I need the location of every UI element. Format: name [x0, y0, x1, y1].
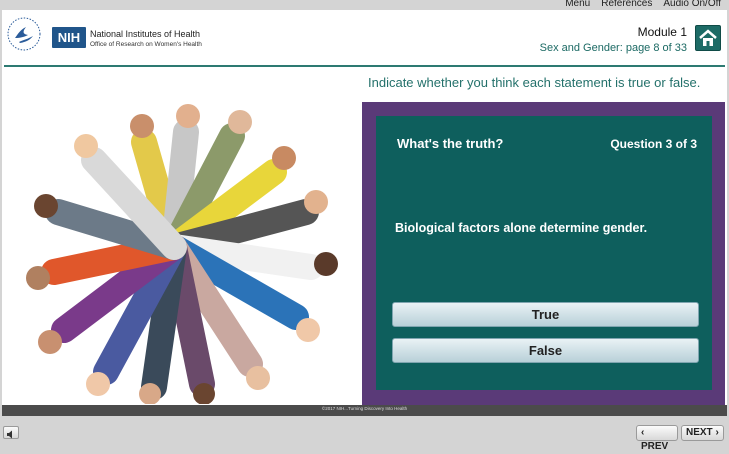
audio-toggle-link[interactable]: Audio On/Off [663, 0, 721, 9]
question-heading: What's the truth? [397, 136, 504, 151]
page-indicator: Sex and Gender: page 8 of 33 [539, 42, 687, 54]
orwh-name: Office of Research on Women's Health [90, 41, 202, 48]
question-panel-frame: What's the truth? Question 3 of 3 Biolog… [362, 102, 725, 405]
home-button[interactable] [695, 25, 721, 51]
diverse-people-circle-photo [6, 102, 362, 404]
answer-true-button[interactable]: True [392, 302, 699, 327]
home-icon [699, 29, 717, 46]
module-title-block: Module 1 Sex and Gender: page 8 of 33 [540, 25, 687, 54]
nih-name: National Institutes of Health [90, 29, 201, 39]
course-stage: NIH National Institutes of Health Office… [2, 10, 727, 416]
prev-button[interactable]: ‹ PREV [636, 425, 678, 452]
speaker-icon [7, 430, 12, 439]
question-statement: Biological factors alone determine gende… [395, 221, 648, 235]
hhs-seal-icon [7, 17, 41, 51]
chevron-right-icon: › [715, 427, 719, 438]
prev-label: PREV [641, 441, 669, 452]
module-title: Module 1 [637, 25, 687, 39]
footer-bar: ©2017 NIH...Turning Discovery Into Healt… [2, 405, 727, 416]
references-link[interactable]: References [601, 0, 652, 9]
menu-link[interactable]: Menu [565, 0, 590, 9]
top-menu-bar: Menu References Audio On/Off [0, 0, 729, 10]
question-panel: What's the truth? Question 3 of 3 Biolog… [376, 116, 712, 390]
answer-false-button[interactable]: False [392, 338, 699, 363]
bottom-nav-bar: ‹ PREV NEXT › [0, 418, 729, 452]
next-button[interactable]: NEXT › [681, 425, 724, 441]
nih-wordmark: National Institutes of Health Office of … [90, 29, 202, 48]
copyright-text: ©2017 NIH...Turning Discovery Into Healt… [321, 406, 408, 411]
chevron-left-icon: ‹ [641, 427, 645, 438]
instruction-text: Indicate whether you think each statemen… [368, 75, 701, 90]
next-label: NEXT [686, 427, 713, 438]
course-header: NIH National Institutes of Health Office… [2, 10, 727, 67]
volume-button[interactable] [3, 426, 19, 439]
header-divider [4, 65, 725, 67]
question-counter: Question 3 of 3 [610, 137, 697, 151]
nih-logo: NIH [52, 27, 86, 48]
